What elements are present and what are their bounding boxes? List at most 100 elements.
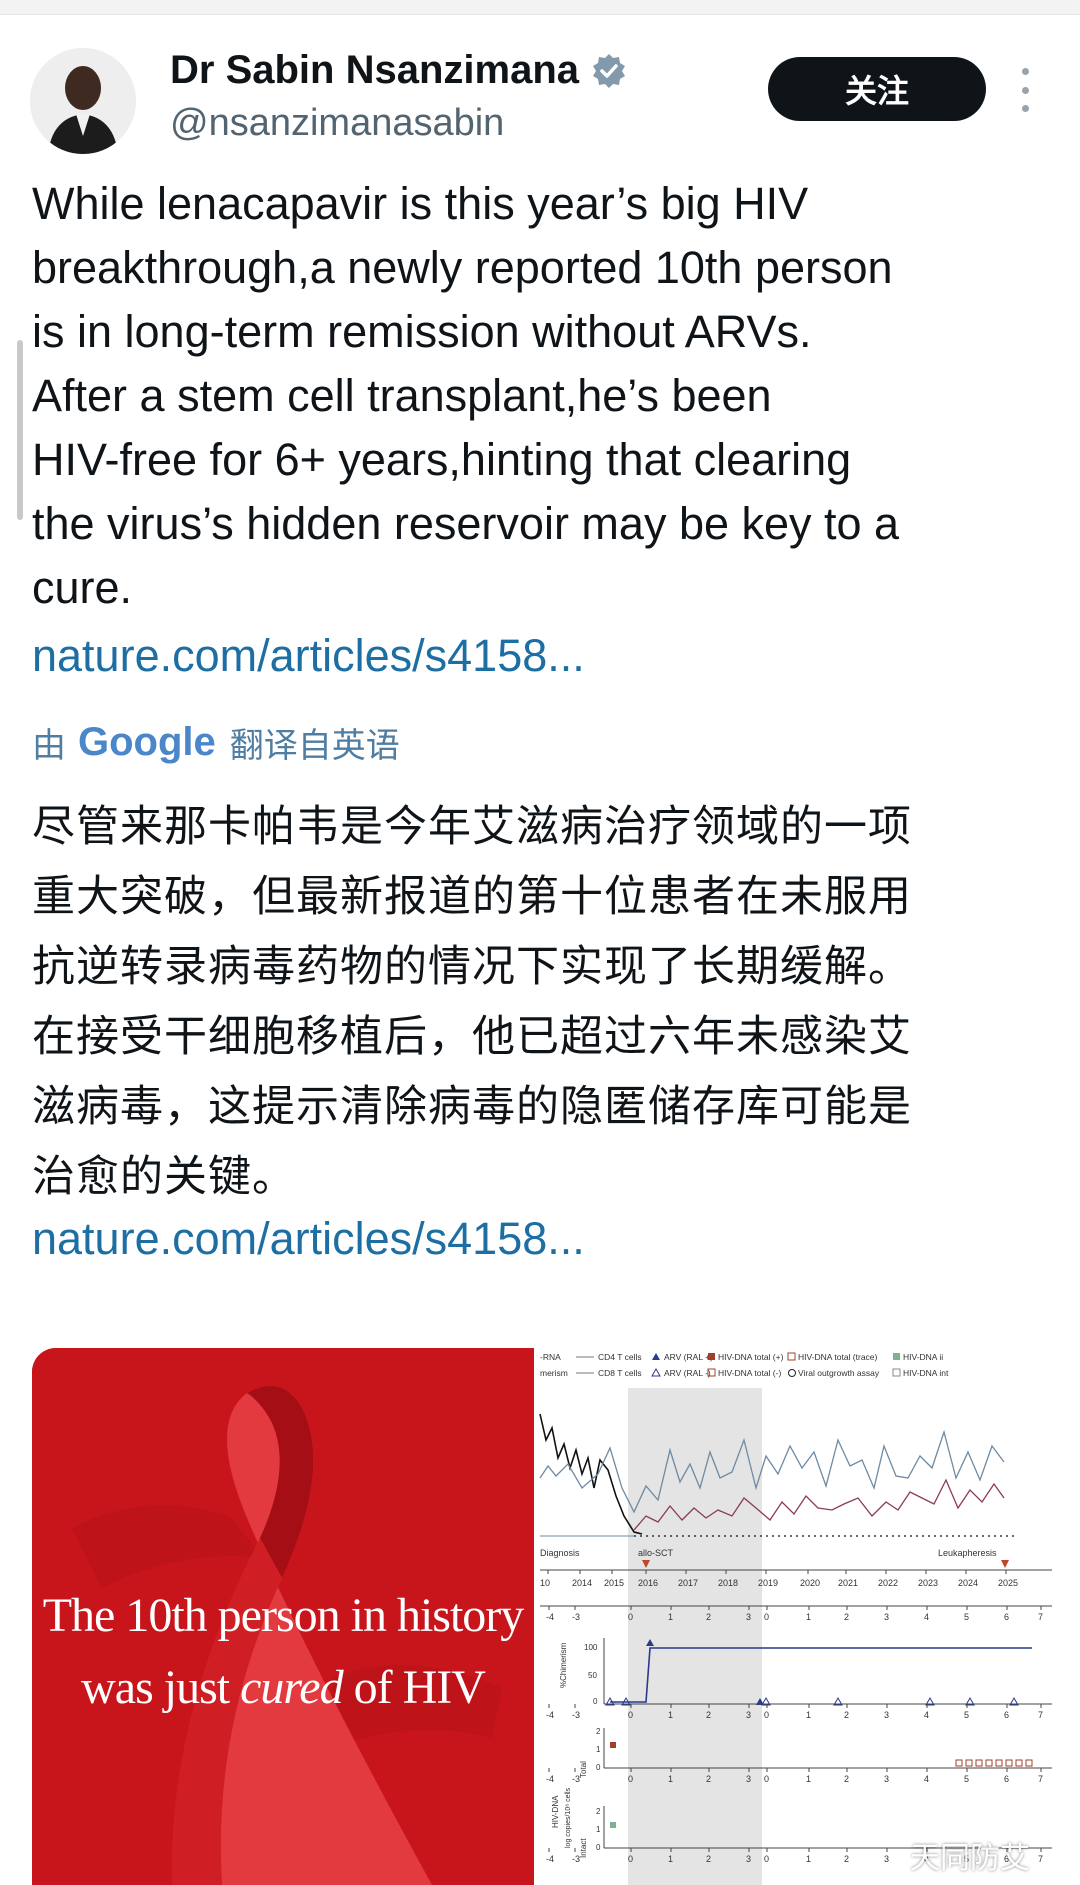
relative-tick-label: 4 — [924, 1710, 929, 1720]
card-headline-line2-post: of HIV — [342, 1661, 486, 1714]
total-tick: 2 — [596, 1727, 601, 1736]
year-tick-label: 2016 — [638, 1578, 658, 1588]
year-tick-label: 2025 — [998, 1578, 1018, 1588]
legend-item: ARV (RAL -) — [664, 1368, 711, 1378]
watermark-text: 天同防艾 — [910, 1841, 1030, 1876]
relative-tick-label: -4 — [546, 1612, 554, 1622]
year-tick-label: 2017 — [678, 1578, 698, 1588]
relative-tick-label: 6 — [1004, 1774, 1009, 1784]
author-name[interactable]: Dr Sabin Nsanzimana — [170, 48, 579, 93]
year-tick-label: 2024 — [958, 1578, 978, 1588]
relative-tick-label: -3 — [572, 1854, 580, 1864]
relative-tick-label: 6 — [1004, 1710, 1009, 1720]
relative-tick-label: 2 — [706, 1612, 711, 1622]
scrollbar[interactable] — [17, 340, 23, 520]
translation-attribution[interactable]: 由 Google 翻译自英语 — [32, 718, 400, 767]
timeline-chart: -RNA CD4 T cells ARV (RAL +) HIV-DNA tot… — [539, 1352, 1052, 1885]
hivdna-marker — [975, 1759, 983, 1767]
event-label: Diagnosis — [540, 1548, 580, 1558]
year-tick-label: 2018 — [718, 1578, 738, 1588]
legend-item: ARV (RAL +) — [664, 1352, 713, 1362]
author-handle[interactable]: @nsanzimanasabin — [170, 102, 504, 145]
log-axis-label: log copies/10⁶ cells — [565, 1787, 572, 1848]
relative-tick-label: 4 — [924, 1774, 929, 1784]
relative-tick-label: -3 — [572, 1612, 580, 1622]
year-tick-label: 10 — [540, 1578, 550, 1588]
relative-tick-label: 3 — [746, 1612, 751, 1622]
clinical-timeline-figure[interactable]: -RNA CD4 T cells ARV (RAL +) HIV-DNA tot… — [538, 1348, 1052, 1885]
relative-tick-label: 3 — [884, 1710, 889, 1720]
event-label: Leukapheresis — [938, 1548, 997, 1558]
relative-tick-label: 7 — [1038, 1774, 1043, 1784]
relative-tick-label: 0 — [764, 1710, 769, 1720]
shaded-period — [628, 1388, 762, 1885]
card-headline-cured: cured — [240, 1661, 344, 1714]
relative-tick-label: 1 — [668, 1774, 673, 1784]
relative-tick-label: 5 — [964, 1612, 969, 1622]
verified-badge-icon — [593, 53, 626, 88]
relative-tick-label: -3 — [572, 1710, 580, 1720]
relative-tick-label: 7 — [1038, 1612, 1043, 1622]
year-tick-label: 2023 — [918, 1578, 938, 1588]
relative-tick-label: 0 — [764, 1612, 769, 1622]
follow-button[interactable]: 关注 — [768, 57, 986, 121]
chimerism-axis-label: %Chimerism — [559, 1642, 568, 1688]
card-headline-line1: The 10th person in history — [42, 1589, 525, 1642]
hivdna-marker — [1025, 1759, 1033, 1767]
google-logo: Google — [78, 720, 216, 765]
total-tick: 0 — [596, 1763, 601, 1772]
relative-tick-label: 5 — [964, 1774, 969, 1784]
year-tick-label: 2022 — [878, 1578, 898, 1588]
hivdna-marker — [1005, 1759, 1013, 1767]
legend-item: HIV-DNA total (-) — [718, 1368, 781, 1378]
relative-tick-label: 2 — [844, 1854, 849, 1864]
intact-tick: 2 — [596, 1807, 601, 1816]
card-headline: The 10th person in history was just cure… — [32, 1580, 534, 1724]
author-name-row[interactable]: Dr Sabin Nsanzimana — [170, 48, 627, 93]
relative-tick-label: 0 — [628, 1774, 633, 1784]
relative-tick-label: -4 — [546, 1710, 554, 1720]
relative-tick-label: 2 — [844, 1612, 849, 1622]
hivdna-marker — [995, 1759, 1003, 1767]
total-tick: 1 — [596, 1745, 601, 1754]
relative-tick-label: 7 — [1038, 1854, 1043, 1864]
relative-tick-label: 1 — [806, 1854, 811, 1864]
relative-tick-label: 2 — [706, 1854, 711, 1864]
avatar[interactable] — [30, 48, 136, 154]
relative-tick-label: 3 — [884, 1774, 889, 1784]
media-grid[interactable]: The 10th person in history was just cure… — [32, 1348, 1052, 1885]
hiv-ribbon-card[interactable]: The 10th person in history was just cure… — [32, 1348, 534, 1885]
hivdna-marker — [955, 1759, 963, 1767]
relative-tick-label: 2 — [844, 1710, 849, 1720]
legend-item: HIV-DNA ii — [903, 1352, 943, 1362]
article-link-translated[interactable]: nature.com/articles/s4158... — [32, 1213, 585, 1265]
legend-item: HIV-DNA total (+) — [718, 1352, 784, 1362]
relative-tick-label: 1 — [668, 1612, 673, 1622]
relative-tick-label: 3 — [746, 1710, 751, 1720]
relative-tick-label: 1 — [806, 1612, 811, 1622]
tweet-text-chinese: 尽管来那卡帕韦是今年艾滋病治疗领域的一项 重大突破，但最新报道的第十位患者在未服… — [32, 802, 912, 1202]
relative-tick-label: 1 — [668, 1710, 673, 1720]
year-tick-label: 2021 — [838, 1578, 858, 1588]
more-options-icon[interactable] — [1018, 68, 1032, 112]
relative-tick-label: 1 — [806, 1774, 811, 1784]
relative-tick-label: 0 — [628, 1854, 633, 1864]
year-tick-label: 2019 — [758, 1578, 778, 1588]
year-tick-label: 2014 — [572, 1578, 592, 1588]
legend-item: Viral outgrowth assay — [798, 1368, 880, 1378]
tweet-text-english: While lenacapavir is this year’s big HIV… — [32, 178, 900, 613]
legend-item: merism — [540, 1368, 568, 1378]
relative-tick-label: 0 — [628, 1612, 633, 1622]
legend-item: CD4 T cells — [598, 1352, 642, 1362]
hivdna-marker — [985, 1759, 993, 1767]
event-label: allo-SCT — [638, 1548, 674, 1558]
article-link[interactable]: nature.com/articles/s4158... — [32, 630, 585, 682]
relative-tick-label: -3 — [572, 1774, 580, 1784]
legend-item: HIV-DNA int — [903, 1368, 949, 1378]
status-strip — [0, 0, 1080, 15]
relative-tick-label: 1 — [668, 1854, 673, 1864]
intact-tick: 1 — [596, 1825, 601, 1834]
relative-tick-label: 0 — [764, 1774, 769, 1784]
legend-item: CD8 T cells — [598, 1368, 642, 1378]
relative-tick-label: 0 — [764, 1854, 769, 1864]
